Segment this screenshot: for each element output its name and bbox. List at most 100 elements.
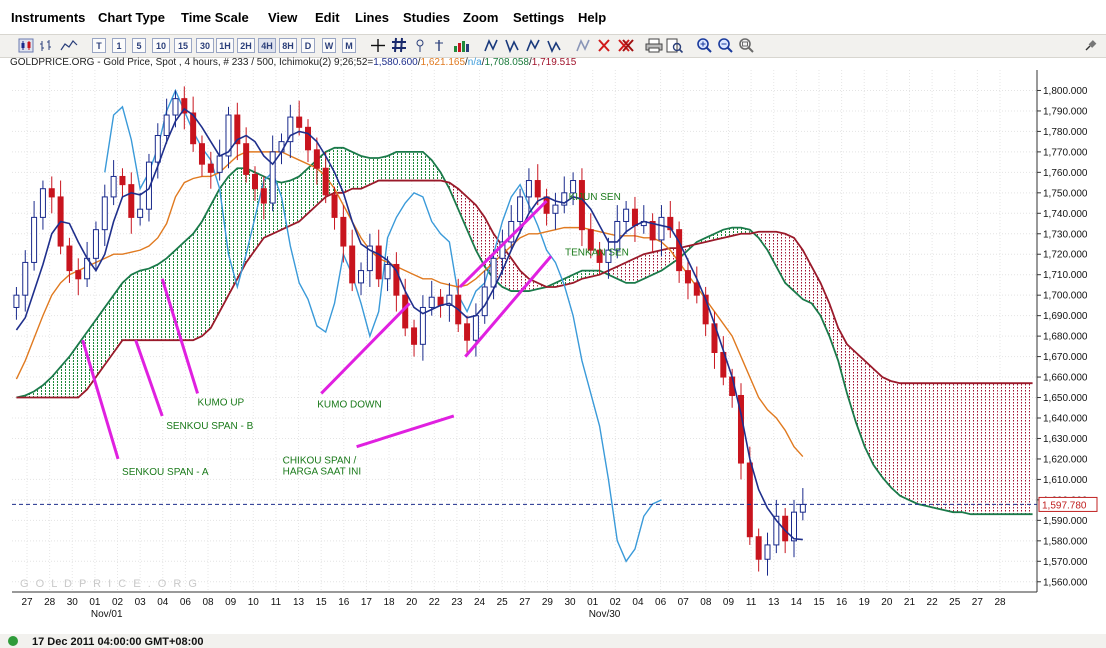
x-tick-label: 20 [406,597,418,608]
candle-body [101,196,108,231]
candle-body [490,257,497,288]
x-tick-label: 07 [678,597,690,608]
x-tick-label: 10 [248,597,260,608]
candle-body [623,208,630,222]
candle-body [437,296,444,306]
annotation-label: TENKAN SEN [565,247,629,258]
candle-body [358,270,365,284]
y-tick-label: 1,560.000 [1043,577,1088,588]
x-tick-label: 01 [587,597,599,608]
candle-body [631,208,638,227]
kumo-up-segment [352,151,362,189]
y-tick-label: 1,780.000 [1043,127,1088,138]
y-tick-label: 1,620.000 [1043,454,1088,465]
x-tick-label: 02 [610,597,622,608]
kumo-down-segment [979,383,989,515]
candle-body [172,98,179,116]
y-tick-label: 1,720.000 [1043,250,1088,261]
annotation-label: KUMO DOWN [317,399,381,410]
candle-body [578,180,585,231]
x-tick-label: 16 [836,597,848,608]
kumo-down-segment [988,383,998,515]
x-tick-label: 19 [859,597,871,608]
kumo-up-segment [157,258,167,341]
y-tick-label: 1,790.000 [1043,106,1088,117]
candle-body [375,245,382,280]
candle-body [331,194,338,218]
x-tick-label: 13 [293,597,305,608]
candle-body [216,155,223,173]
x-tick-label: 08 [700,597,712,608]
candle-body [154,135,161,163]
x-tick-label: 27 [972,597,984,608]
x-tick-label: 16 [338,597,350,608]
y-tick-label: 1,660.000 [1043,373,1088,384]
candle-body [313,149,320,169]
candle-body [48,188,55,198]
annotation-label-line: TENKAN SEN [565,247,629,258]
candle-body [75,270,82,280]
candle-body [13,294,20,308]
y-tick-label: 1,690.000 [1043,311,1088,322]
candle-body [322,167,329,196]
kumo-down-segment [997,383,1007,515]
candle-body [755,536,762,560]
candle-body [207,163,214,173]
candle-body [472,315,479,341]
last-price-label: 1,597.780 [1042,500,1087,511]
y-tick-label: 1,680.000 [1043,332,1088,343]
status-indicator-icon [8,636,18,646]
candle-body [251,173,258,190]
candle-body [552,204,559,214]
candle-body [39,188,46,218]
x-tick-label: 30 [565,597,577,608]
x-tick-label: 09 [723,597,735,608]
candle-body [119,175,126,186]
kumo-down-segment [935,383,945,511]
x-tick-label: 27 [21,597,33,608]
candle-body [570,180,577,194]
y-tick-label: 1,710.000 [1043,270,1088,281]
kumo-up-segment [228,168,238,296]
candle-body [137,208,144,218]
y-tick-label: 1,630.000 [1043,434,1088,445]
kumo-up-segment [290,176,300,226]
kumo-down-segment [1006,383,1015,515]
kumo-down-segment [917,383,927,507]
kumo-down-segment [785,233,795,292]
x-tick-label: 04 [632,597,644,608]
kumo-down-segment [961,383,971,515]
y-tick-label: 1,670.000 [1043,352,1088,363]
candle-body [340,216,347,247]
annotation-label-line: HARGA SAAT INI [283,467,362,478]
kumo-down-segment [882,377,892,488]
y-tick-label: 1,590.000 [1043,516,1088,527]
candle-body [243,143,250,175]
x-tick-label: 01 [89,597,101,608]
kumo-down-segment [1023,383,1033,515]
candle-body [411,327,418,345]
x-tick-label: 27 [519,597,531,608]
candle-body [349,245,356,284]
kumo-up-segment [414,151,423,181]
candle-body [543,196,550,214]
kumo-up-segment [334,147,344,193]
y-tick-label: 1,740.000 [1043,209,1088,220]
x-tick-label: 02 [112,597,124,608]
kumo-down-segment [970,383,980,515]
candle-body [31,216,38,263]
kumo-up-segment [148,264,158,341]
annotation-label: SENKOU SPAN - B [166,421,253,432]
candle-body [305,126,312,151]
x-month-label: Nov/01 [91,609,123,620]
candle-body [658,216,665,241]
x-tick-label: 15 [813,597,825,608]
candle-body [525,180,532,198]
kumo-down-segment [908,383,918,504]
kumo-up-segment [140,268,149,341]
ichimoku-chart[interactable]: 1,560.0001,570.0001,580.0001,590.0001,60… [0,0,1106,634]
x-tick-label: 15 [316,597,328,608]
candle-body [534,180,541,198]
candle-body [384,263,391,280]
x-month-label: Nov/30 [589,609,621,620]
